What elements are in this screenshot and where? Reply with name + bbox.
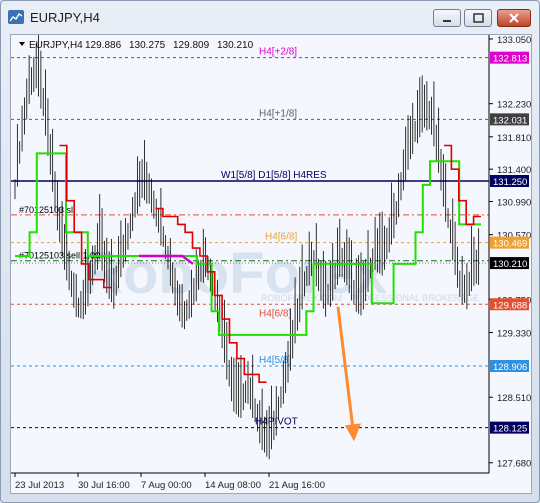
price-tick-label: 131.810 <box>497 133 531 144</box>
restore-icon <box>473 13 484 23</box>
price-badge-label: 129.688 <box>493 300 527 311</box>
price-tick-label: 131.400 <box>497 165 531 176</box>
watermark-subtext: ROBOFOREX.COM · PROFESSIONAL BROKERAGE <box>261 293 479 303</box>
price-badge-label: 131.250 <box>493 177 527 188</box>
price-badge-label: 128.906 <box>493 362 527 373</box>
price-tick-label: 130.990 <box>497 198 531 209</box>
minimize-icon <box>443 20 451 22</box>
forecast-arrow-shaft <box>336 306 355 430</box>
header-low: 129.809 <box>173 40 210 51</box>
chart-header-triangle-icon <box>19 42 25 46</box>
watermark: RoboForex ROBOFOREX.COM · PROFESSIONAL B… <box>81 241 479 306</box>
price-chart[interactable]: RoboForex ROBOFOREX.COM · PROFESSIONAL B… <box>11 35 531 493</box>
price-tick-label: 127.680 <box>497 459 531 470</box>
level-label: H4[5/8] <box>259 355 291 366</box>
level-label: W1[5/8] D1[5/8] H4RES <box>221 170 327 181</box>
current-price-label: 130.210 <box>493 259 527 270</box>
chart-window: EURJPY,H4 RoboForex ROBOFOREX.COM · PROF… <box>0 0 540 503</box>
forecast-arrow <box>336 306 361 442</box>
price-badge-label: 132.031 <box>493 115 527 126</box>
level-label: H4[6/8] <box>265 232 297 243</box>
price-badge-label: 128.125 <box>493 424 527 435</box>
chart-window-icon <box>8 10 24 24</box>
time-tick-label: 23 Jul 2013 <box>15 480 64 491</box>
close-icon <box>509 13 519 23</box>
time-tick-label: 30 Jul 16:00 <box>78 480 130 491</box>
restore-button[interactable] <box>464 9 492 27</box>
level-label: H4[+1/8] <box>259 108 297 119</box>
price-badge-label: 130.469 <box>493 239 527 250</box>
price-tick-label: 132.230 <box>497 100 531 111</box>
minimize-button[interactable] <box>433 9 461 27</box>
chart-header: EURJPY,H4 129.886 130.275 129.809 130.21… <box>19 40 254 51</box>
close-button[interactable] <box>497 9 531 27</box>
chart-area[interactable]: RoboForex ROBOFOREX.COM · PROFESSIONAL B… <box>10 34 532 494</box>
level-label: H4[+2/8] <box>259 47 297 58</box>
header-close: 130.210 <box>217 40 254 51</box>
time-tick-label: 14 Aug 08:00 <box>205 480 261 491</box>
price-axis: 133.050132.230131.810131.400130.990130.5… <box>489 35 531 470</box>
price-tick-label: 128.510 <box>497 393 531 404</box>
time-tick-label: 7 Aug 00:00 <box>141 480 192 491</box>
time-axis: 23 Jul 2013 30 Jul 16:00 7 Aug 00:00 14 Aug… <box>14 473 325 491</box>
window-title: EURJPY,H4 <box>30 10 100 25</box>
time-tick-label: 21 Aug 16:00 <box>269 480 325 491</box>
forecast-arrow-head <box>345 423 361 442</box>
header-open: 129.886 <box>85 40 122 51</box>
title-bar[interactable]: EURJPY,H4 <box>1 1 539 35</box>
price-tick-label: 129.330 <box>497 329 531 340</box>
price-tick-label: 133.050 <box>497 35 531 46</box>
level-label: H4[6/8] <box>259 308 291 319</box>
order-label: #70125103 sl <box>19 205 73 215</box>
header-high: 130.275 <box>129 40 166 51</box>
header-symbol: EURJPY,H4 <box>29 40 83 51</box>
price-badge-label: 132.813 <box>493 54 527 65</box>
